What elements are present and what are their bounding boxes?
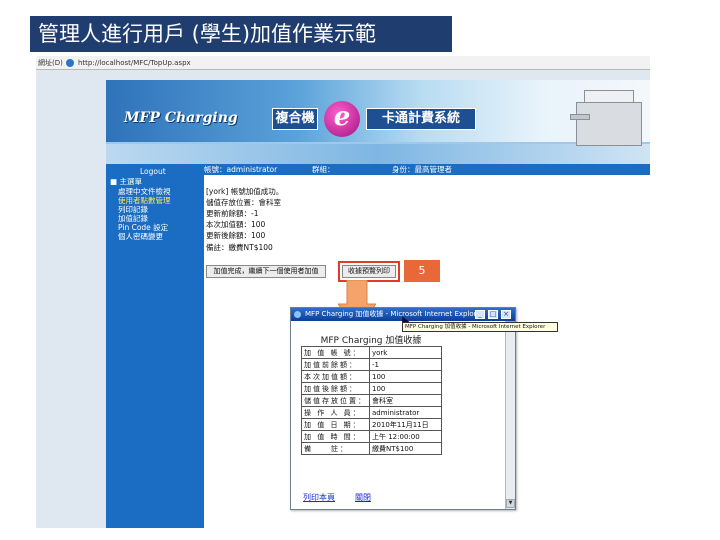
highlight-box <box>338 261 400 282</box>
printer-icon <box>570 84 646 154</box>
printer-tray <box>570 114 590 120</box>
role-info: 身份：最高管理者 <box>392 165 452 174</box>
site-banner: MFP Charging 複合機 e 卡通計費系統 <box>106 80 650 164</box>
row-key: 本次加值額： <box>301 370 370 383</box>
row-value: 100 <box>369 370 442 383</box>
result-line: 本次加值額：100 <box>206 220 266 229</box>
result-line: 更新後餘額：100 <box>206 231 266 240</box>
row-key: 加值前餘額： <box>301 358 370 371</box>
print-page-link[interactable]: 列印本頁 <box>303 492 335 503</box>
table-row: 操 作 人 員： administrator <box>301 406 442 419</box>
table-row: 本次加值額： 100 <box>301 370 442 383</box>
result-line: 備註：繳費NT$100 <box>206 243 273 252</box>
row-value: -1 <box>369 358 442 371</box>
table-row: 備 註： 繳費NT$100 <box>301 442 442 455</box>
table-row: 加值前餘額： -1 <box>301 358 442 371</box>
row-value: administrator <box>369 406 442 419</box>
sidebar: Logout ■ 主選單 處理中文件檢視 使用者點數管理 列印記錄 加值記錄 P… <box>106 164 204 528</box>
scroll-down-icon[interactable]: ▼ <box>506 499 515 508</box>
table-row: 加 值 帳 號： york <box>301 346 442 359</box>
logout-link[interactable]: Logout <box>140 167 166 176</box>
close-link[interactable]: 關閉 <box>355 492 371 503</box>
row-value: 繳費NT$100 <box>369 442 442 455</box>
maximize-icon[interactable]: □ <box>488 310 498 319</box>
row-value: 2010年11月11日 <box>369 418 442 431</box>
popup-scrollbar[interactable]: ▲ ▼ <box>505 321 515 509</box>
step-badge: 5 <box>404 260 440 282</box>
address-label: 網址(D) <box>38 59 63 67</box>
ie-icon <box>294 311 301 318</box>
row-key: 操 作 人 員： <box>301 406 370 419</box>
account-info: 帳號：administrator <box>204 165 278 174</box>
brand-text-2: 卡通計費系統 <box>366 108 476 130</box>
continue-topup-button[interactable]: 加值完成，繼續下一個使用者加值 <box>206 265 326 278</box>
popup-title: MFP Charging 加值收據 - Microsoft Internet E… <box>305 310 484 318</box>
minimize-icon[interactable]: _ <box>475 310 485 319</box>
row-key: 加 值 日 期： <box>301 418 370 431</box>
group-info: 群組： <box>312 165 335 174</box>
user-info-bar: 帳號：administrator 群組： 身份：最高管理者 <box>204 164 650 175</box>
row-value: 會科室 <box>369 394 442 407</box>
address-bar[interactable]: 網址(D) http://localhost/MFC/TopUp.aspx <box>36 56 650 70</box>
mfp-charging-logo: MFP Charging <box>124 110 238 126</box>
row-value: 上午 12:00:00 <box>369 430 442 443</box>
ie-page-icon <box>66 59 74 67</box>
table-row: 加 值 時 間： 上午 12:00:00 <box>301 430 442 443</box>
sidebar-item-password[interactable]: 個人密碼變更 <box>118 231 163 242</box>
table-row: 加值後餘額： 100 <box>301 382 442 395</box>
popup-body: MFP Charging 加值收據 加 值 帳 號： york 加值前餘額： -1 … <box>291 321 505 509</box>
row-key: 加 值 帳 號： <box>301 346 370 359</box>
slide-title: 管理人進行用戶 (學生)加值作業示範 <box>30 16 452 52</box>
row-value: york <box>369 346 442 359</box>
row-key: 儲值存放位置： <box>301 394 370 407</box>
e-logo-icon: e <box>324 101 360 137</box>
banner-swoosh <box>106 142 650 164</box>
title-tooltip: MFP Charging 加值收據 - Microsoft Internet E… <box>402 322 558 332</box>
brand-text-1: 複合機 <box>272 108 318 130</box>
row-key: 加值後餘額： <box>301 382 370 395</box>
result-line: 更新前餘額：-1 <box>206 209 259 218</box>
close-icon[interactable]: × <box>501 310 511 319</box>
receipt-heading: MFP Charging 加值收據 <box>320 336 422 346</box>
row-value: 100 <box>369 382 442 395</box>
row-key: 備 註： <box>301 442 370 455</box>
table-row: 加 值 日 期： 2010年11月11日 <box>301 418 442 431</box>
receipt-popup-window[interactable]: MFP Charging 加值收據 - Microsoft Internet E… <box>290 307 516 510</box>
receipt-table: 加 值 帳 號： york 加值前餘額： -1 本次加值額： 100 加值後餘額： 10… <box>301 346 442 455</box>
result-line: [york] 帳號加值成功。 <box>206 187 284 196</box>
printer-body <box>576 102 642 146</box>
result-line: 儲值存放位置：會科室 <box>206 198 281 207</box>
row-key: 加 值 時 間： <box>301 430 370 443</box>
table-row: 儲值存放位置： 會科室 <box>301 394 442 407</box>
address-url[interactable]: http://localhost/MFC/TopUp.aspx <box>78 56 191 70</box>
